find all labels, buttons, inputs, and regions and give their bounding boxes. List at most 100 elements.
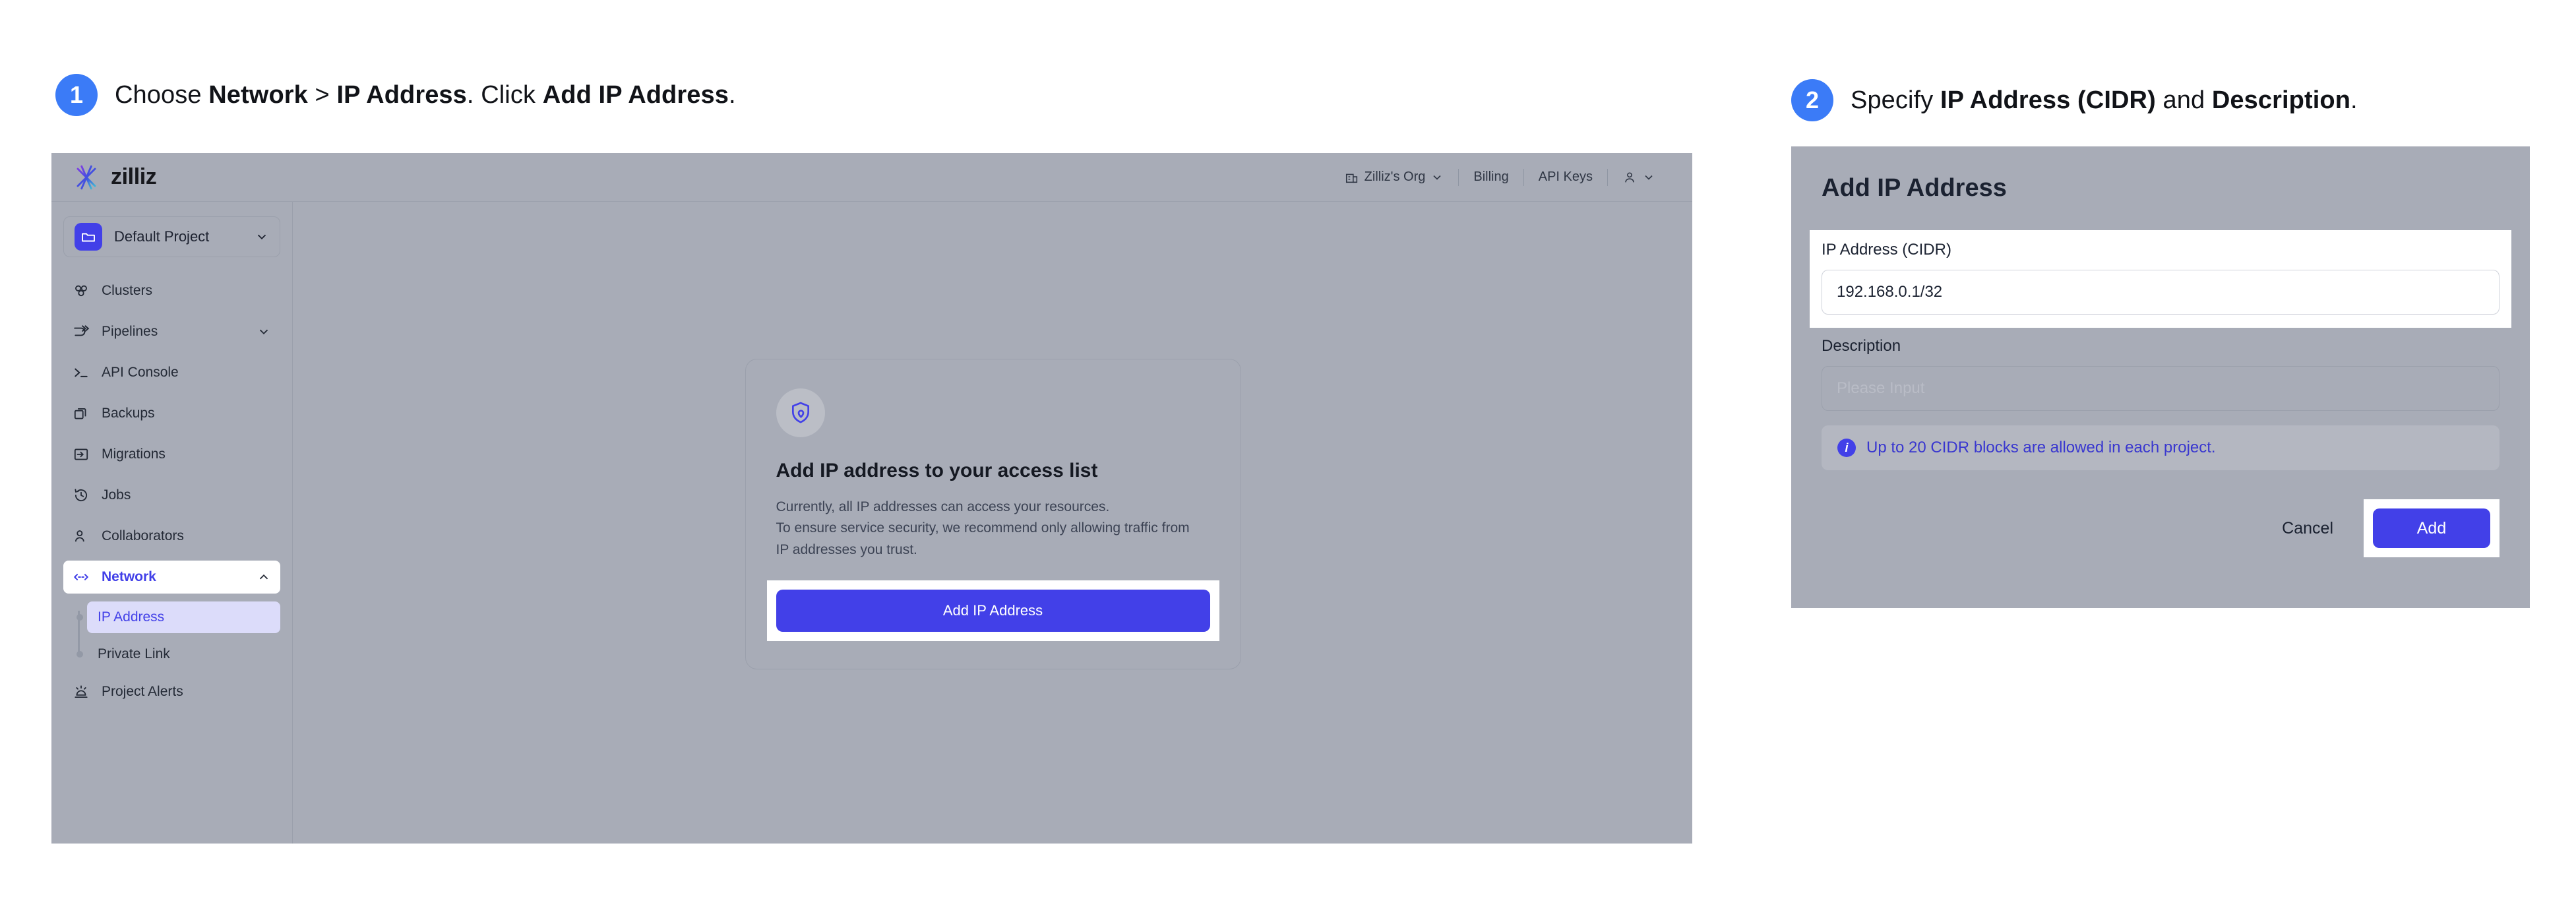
sidebar-item-jobs[interactable]: Jobs: [63, 479, 280, 512]
step-2-part-0: Specify: [1851, 86, 1940, 114]
empty-state-card: Add IP address to your access list Curre…: [745, 359, 1241, 670]
shield-location-icon: [787, 400, 814, 426]
add-ip-address-highlight: Add IP Address: [767, 580, 1219, 641]
step-2-part-1: IP Address (CIDR): [1940, 86, 2156, 114]
cancel-button[interactable]: Cancel: [2259, 510, 2356, 547]
network-subnav: IP Address Private Link: [63, 601, 280, 670]
org-selector[interactable]: Zilliz's Org: [1330, 169, 1459, 185]
dialog-actions: Cancel Add: [1822, 499, 2499, 557]
brand[interactable]: zilliz: [71, 162, 156, 193]
clusters-icon: [73, 282, 90, 299]
billing-label: Billing: [1473, 169, 1508, 185]
chevron-down-icon[interactable]: [257, 324, 271, 339]
project-name: Default Project: [114, 228, 243, 245]
cidr-limit-info-banner: i Up to 20 CIDR blocks are allowed in ea…: [1822, 425, 2499, 470]
step-1-part-5: Add IP Address: [543, 81, 729, 109]
project-selector[interactable]: Default Project: [63, 216, 280, 257]
network-icon: [73, 569, 90, 586]
pipelines-icon: [73, 323, 90, 340]
chevron-down-icon: [1642, 171, 1655, 184]
user-menu[interactable]: [1608, 170, 1670, 185]
step-2-part-4: .: [2350, 86, 2358, 114]
cidr-field-highlight: IP Address (CIDR): [1810, 230, 2511, 328]
sidebar-item-network[interactable]: Network: [63, 561, 280, 594]
cidr-input[interactable]: [1822, 270, 2499, 315]
sidebar-item-label: Network: [102, 569, 245, 585]
api-keys-label: API Keys: [1539, 169, 1593, 185]
sidebar: Default Project Clusters Pipelines: [51, 202, 293, 844]
step-2-caption: 2 Specify IP Address (CIDR) and Descript…: [1791, 79, 2358, 121]
chevron-down-icon: [255, 230, 269, 244]
description-field-label: Description: [1822, 337, 2499, 355]
sidebar-item-api-console[interactable]: API Console: [63, 356, 280, 389]
info-icon: i: [1837, 439, 1856, 457]
cidr-field-label: IP Address (CIDR): [1822, 241, 2499, 259]
add-ip-address-button[interactable]: Add IP Address: [776, 590, 1210, 632]
step-2-badge: 2: [1791, 79, 1833, 121]
jobs-icon: [73, 487, 90, 504]
sidebar-item-clusters[interactable]: Clusters: [63, 274, 280, 307]
step-1-part-4: . Click: [467, 81, 543, 109]
alerts-icon: [73, 683, 90, 700]
sidebar-subitem-label: Private Link: [98, 646, 170, 662]
step-2-part-2: and: [2156, 86, 2212, 114]
step-2-part-3: Description: [2212, 86, 2350, 114]
sidebar-item-label: Jobs: [102, 487, 271, 503]
description-field: Description: [1822, 337, 2499, 411]
sidebar-subitem-label: IP Address: [98, 609, 164, 625]
sidebar-item-label: API Console: [102, 365, 271, 381]
folder-icon: [75, 223, 102, 251]
step-1-part-0: Choose: [115, 81, 208, 109]
step-1-text: Choose Network > IP Address. Click Add I…: [115, 81, 736, 109]
chevron-up-icon[interactable]: [257, 570, 271, 584]
add-ip-address-dialog: Add IP Address IP Address (CIDR) Descrip…: [1791, 146, 2530, 608]
sidebar-item-label: Pipelines: [102, 324, 245, 340]
step-2-text: Specify IP Address (CIDR) and Descriptio…: [1851, 86, 2358, 115]
cidr-limit-info-text: Up to 20 CIDR blocks are allowed in each…: [1866, 439, 2216, 457]
sidebar-subitem-private-link[interactable]: Private Link: [87, 638, 280, 670]
api-console-icon: [73, 364, 90, 381]
add-button-highlight: Add: [2364, 499, 2499, 557]
zilliz-logo-icon: [71, 162, 102, 193]
sidebar-subitem-ip-address[interactable]: IP Address: [87, 601, 280, 633]
empty-state-line-2: To ensure service security, we recommend…: [776, 518, 1210, 539]
zilliz-console-screenshot: zilliz Zilliz's Org Billing API Keys: [51, 153, 1692, 844]
step-1-badge: 1: [55, 74, 98, 116]
step-1-part-6: .: [729, 81, 736, 109]
sidebar-item-backups[interactable]: Backups: [63, 397, 280, 430]
backups-icon: [73, 405, 90, 422]
step-1-caption: 1 Choose Network > IP Address. Click Add…: [55, 74, 736, 116]
step-1-part-1: Network: [208, 81, 308, 109]
sidebar-item-label: Collaborators: [102, 528, 271, 544]
brand-name: zilliz: [111, 164, 156, 190]
page-root: 1 Choose Network > IP Address. Click Add…: [0, 0, 2576, 922]
org-name: Zilliz's Org: [1365, 169, 1426, 185]
empty-state-line-1: Currently, all IP addresses can access y…: [776, 497, 1210, 518]
billing-link[interactable]: Billing: [1459, 169, 1523, 185]
sidebar-item-pipelines[interactable]: Pipelines: [63, 315, 280, 348]
chevron-down-icon: [1430, 171, 1444, 184]
dialog-title: Add IP Address: [1822, 174, 2499, 202]
sidebar-item-label: Clusters: [102, 283, 271, 299]
header-right: Zilliz's Org Billing API Keys: [1330, 169, 1670, 186]
sidebar-item-label: Migrations: [102, 446, 271, 462]
user-icon: [1622, 170, 1637, 185]
sidebar-item-migrations[interactable]: Migrations: [63, 438, 280, 471]
empty-state-title: Add IP address to your access list: [776, 460, 1210, 482]
empty-state-line-3: IP addresses you trust.: [776, 539, 1210, 561]
step-1-part-2: >: [308, 81, 337, 109]
migrations-icon: [73, 446, 90, 463]
description-input[interactable]: [1822, 366, 2499, 411]
app-header: zilliz Zilliz's Org Billing API Keys: [51, 153, 1692, 202]
add-button[interactable]: Add: [2373, 508, 2490, 548]
shield-badge: [776, 388, 825, 437]
sidebar-item-label: Project Alerts: [102, 684, 271, 700]
sidebar-item-label: Backups: [102, 406, 271, 421]
step-1-part-3: IP Address: [336, 81, 466, 109]
building-icon: [1345, 170, 1359, 185]
sidebar-item-collaborators[interactable]: Collaborators: [63, 520, 280, 553]
collaborators-icon: [73, 528, 90, 545]
empty-state-description: Currently, all IP addresses can access y…: [776, 497, 1210, 561]
sidebar-item-project-alerts[interactable]: Project Alerts: [63, 675, 280, 708]
api-keys-link[interactable]: API Keys: [1524, 169, 1607, 185]
